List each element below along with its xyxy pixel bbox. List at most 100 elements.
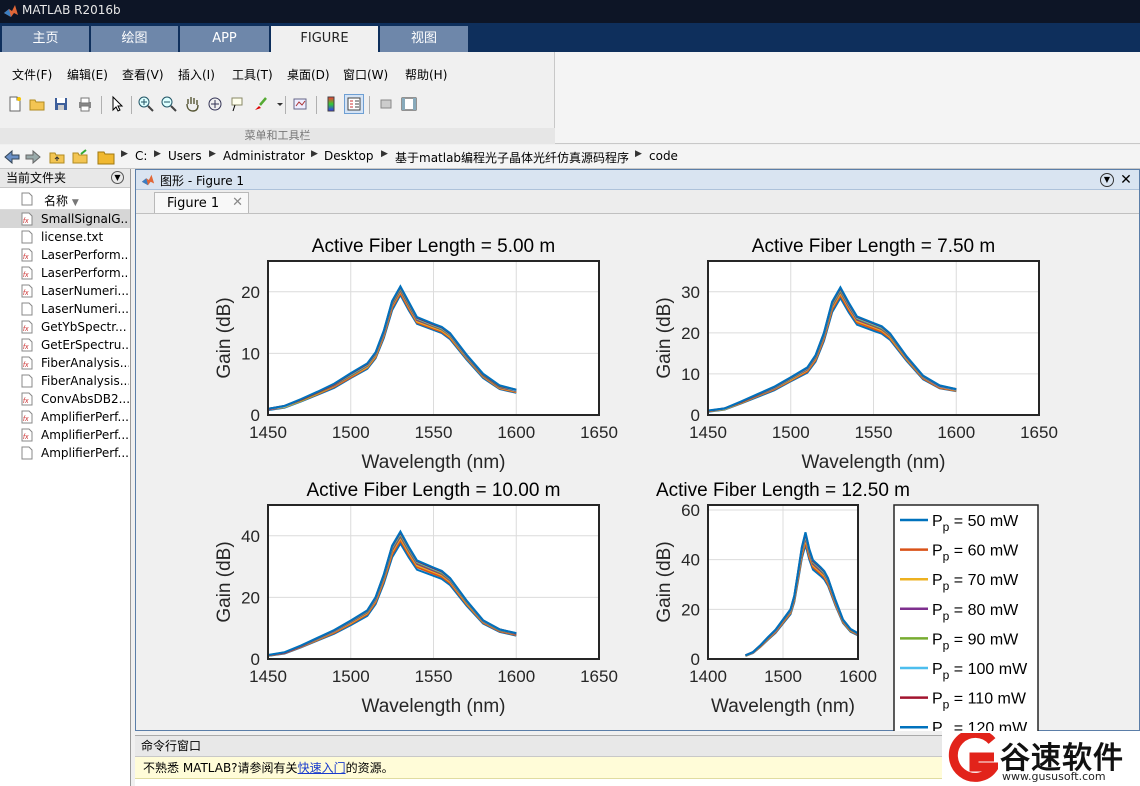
crumb-users[interactable]: Users <box>168 149 202 163</box>
tab-home[interactable]: 主页 <box>2 26 89 52</box>
x-tick-label: 1550 <box>415 667 453 686</box>
hide-plot-tools-icon[interactable] <box>377 95 395 113</box>
zoom-out-icon[interactable] <box>160 95 178 113</box>
crumb-code[interactable]: code <box>649 149 678 163</box>
crumb-administrator[interactable]: Administrator <box>223 149 305 163</box>
file-item[interactable]: fx SmallSignalG... <box>0 210 130 228</box>
pointer-icon[interactable] <box>108 95 126 113</box>
x-tick-label: 1450 <box>689 423 727 442</box>
ribbon: 文件(F) 编辑(E) 查看(V) 插入(I) 工具(T) 桌面(D) 窗口(W… <box>0 52 1140 144</box>
tab-figure[interactable]: FIGURE <box>271 26 378 52</box>
file-item[interactable]: FiberAnalysis... <box>0 372 130 390</box>
name-column-label: 名称 ▼ <box>44 194 79 208</box>
legend: Pp = 50 mWPp = 60 mWPp = 70 mWPp = 80 mW… <box>893 504 1039 731</box>
file-item[interactable]: fx AmplifierPerf... <box>0 426 130 444</box>
svg-text:fx: fx <box>23 290 29 297</box>
brush-icon[interactable] <box>252 95 270 113</box>
figure-plots: 1450 1500 1550 1600 1650 0 10 20 Active Fiber Le… <box>214 236 1058 731</box>
file-item[interactable]: fx AmplifierPerf... <box>0 408 130 426</box>
browse-folder-icon[interactable] <box>71 148 89 166</box>
file-name: GetYbSpectr... <box>41 320 127 334</box>
menu-desktop[interactable]: 桌面(D) <box>287 66 330 83</box>
file-item[interactable]: fx GetErSpectru... <box>0 336 130 354</box>
menu-help[interactable]: 帮助(H) <box>405 66 447 83</box>
x-tick-label: 1450 <box>249 667 287 686</box>
brush-dropdown-icon[interactable] <box>271 95 283 113</box>
file-item[interactable]: fx FiberAnalysis... <box>0 354 130 372</box>
tab-plots[interactable]: 绘图 <box>91 26 178 52</box>
file-item[interactable]: fx LaserPerform... <box>0 246 130 264</box>
crumb-project-folder[interactable]: 基于matlab编程光子晶体光纤仿真源码程序 <box>395 149 629 166</box>
svg-text:fx: fx <box>23 326 29 333</box>
file-item[interactable]: LaserNumeri... <box>0 300 130 318</box>
matlab-logo-icon <box>4 5 18 17</box>
link-plot-icon[interactable] <box>291 95 309 113</box>
menu-edit[interactable]: 编辑(E) <box>67 66 108 83</box>
subplot-1: 1450 1500 1550 1600 1650 0 10 20 Active Fiber Le… <box>214 236 618 473</box>
tab-apps[interactable]: APP <box>180 26 269 52</box>
file-name: LaserPerform... <box>41 248 129 262</box>
data-cursor-icon[interactable] <box>229 95 247 113</box>
getting-started-link[interactable]: 快速入门 <box>298 761 346 775</box>
x-tick-label: 1500 <box>332 667 370 686</box>
x-axis-label: Wavelength (nm) <box>711 696 855 717</box>
menu-insert[interactable]: 插入(I) <box>178 66 215 83</box>
tab-figure-1[interactable]: Figure 1 ✕ <box>154 192 249 213</box>
file-item[interactable]: fx ConvAbsDB2... <box>0 390 130 408</box>
y-tick-label: 0 <box>691 650 700 669</box>
zoom-in-icon[interactable] <box>137 95 155 113</box>
y-tick-label: 20 <box>681 600 700 619</box>
y-tick-label: 40 <box>681 551 700 570</box>
up-folder-icon[interactable] <box>48 148 66 166</box>
forward-arrow-icon[interactable] <box>24 148 42 166</box>
menu-view[interactable]: 查看(V) <box>122 66 164 83</box>
rotate-3d-icon[interactable] <box>206 95 224 113</box>
matlab-function-icon: fx <box>21 248 33 262</box>
pan-hand-icon[interactable] <box>183 95 201 113</box>
x-axis-label: Wavelength (nm) <box>362 696 506 717</box>
chart-title: Active Fiber Length = 7.50 m <box>752 236 995 257</box>
y-tick-label: 10 <box>681 365 700 384</box>
gusu-logo-icon <box>948 733 998 782</box>
file-item[interactable]: license.txt <box>0 228 130 246</box>
figure-menu-icon[interactable]: ▼ <box>1100 173 1114 187</box>
y-axis-label: Gain (dB) <box>654 297 675 378</box>
menu-window[interactable]: 窗口(W) <box>343 66 388 83</box>
tab-view[interactable]: 视图 <box>380 26 468 52</box>
legend-icon[interactable] <box>344 94 364 114</box>
file-item[interactable]: AmplifierPerf... <box>0 444 130 462</box>
file-item[interactable]: fx LaserNumeri... <box>0 282 130 300</box>
menu-tools[interactable]: 工具(T) <box>232 66 273 83</box>
watermark: 谷速软件 www.gususoft.com <box>942 731 1140 786</box>
tab-close-icon[interactable]: ✕ <box>232 195 243 210</box>
ribbon-tab-bar: 主页 绘图 APP FIGURE 视图 <box>0 23 1140 52</box>
new-figure-icon[interactable] <box>6 95 24 113</box>
crumb-desktop[interactable]: Desktop <box>324 149 374 163</box>
show-plot-tools-icon[interactable] <box>400 95 418 113</box>
y-axis-label: Gain (dB) <box>214 297 235 378</box>
close-icon[interactable]: ✕ <box>1119 173 1133 187</box>
y-tick-label: 20 <box>241 588 260 607</box>
section-label: 菜单和工具栏 <box>0 128 555 144</box>
file-list: fx SmallSignalG... license.txt fx LaserPerfo… <box>0 210 130 462</box>
current-folder-panel: 当前文件夹 ▼ 名称 ▼ fx SmallSignalG... license.tx… <box>0 169 131 786</box>
menu-file[interactable]: 文件(F) <box>12 66 52 83</box>
file-name: GetErSpectru... <box>41 338 129 352</box>
matlab-function-icon: fx <box>21 356 33 370</box>
title-bar: MATLAB R2016b <box>0 0 1140 23</box>
open-file-icon[interactable] <box>28 95 46 113</box>
window-title: MATLAB R2016b <box>22 3 121 17</box>
x-axis-label: Wavelength (nm) <box>362 452 506 473</box>
y-tick-label: 10 <box>241 344 260 363</box>
back-arrow-icon[interactable] <box>3 148 21 166</box>
file-item[interactable]: fx GetYbSpectr... <box>0 318 130 336</box>
print-icon[interactable] <box>76 95 94 113</box>
panel-menu-icon[interactable]: ▼ <box>111 171 124 184</box>
figure-canvas[interactable]: 1450 1500 1550 1600 1650 0 10 20 Active Fiber Le… <box>136 213 1139 731</box>
file-item[interactable]: fx LaserPerform... <box>0 264 130 282</box>
crumb-drive[interactable]: C: <box>135 149 147 163</box>
file-name: SmallSignalG... <box>41 212 129 226</box>
name-column-header[interactable]: 名称 ▼ <box>0 188 130 210</box>
colorbar-icon[interactable] <box>322 95 340 113</box>
save-icon[interactable] <box>52 95 70 113</box>
